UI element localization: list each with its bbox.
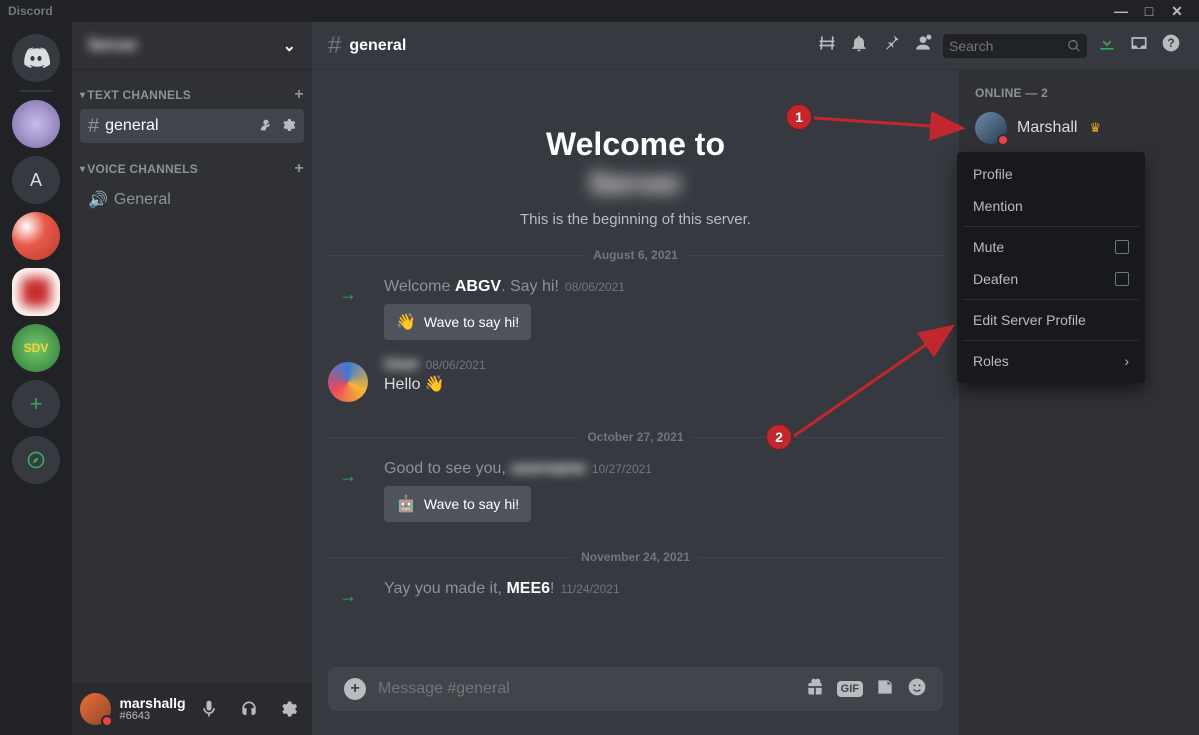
menu-deafen[interactable]: Deafen: [963, 263, 1139, 295]
date-divider: August 6, 2021: [328, 248, 943, 262]
avatar[interactable]: [80, 693, 111, 725]
annotation-badge-2: 2: [766, 424, 792, 450]
settings-button[interactable]: [273, 693, 304, 725]
invite-icon[interactable]: [258, 117, 274, 136]
join-arrow-icon: →: [339, 586, 357, 607]
threads-icon[interactable]: [815, 33, 839, 58]
mute-button[interactable]: [194, 693, 225, 725]
chevron-right-icon: ›: [1124, 353, 1129, 369]
robot-emoji-icon: 🤖: [396, 494, 416, 514]
annotation-badge-1: 1: [786, 104, 812, 130]
join-arrow-icon: →: [339, 284, 357, 340]
gear-icon[interactable]: [280, 117, 296, 136]
gif-button[interactable]: GIF: [837, 681, 863, 697]
window-minimize[interactable]: —: [1107, 3, 1135, 19]
add-server-button[interactable]: +: [12, 380, 60, 428]
system-message: → Good to see you, username10/27/2021 🤖W…: [328, 452, 943, 530]
join-arrow-icon: →: [339, 466, 357, 522]
chevron-down-icon: ⌄: [283, 36, 296, 56]
titlebar: Discord — □ ✕: [0, 0, 1199, 22]
search-input[interactable]: [943, 34, 1087, 58]
server-dropdown[interactable]: Server ⌄: [72, 22, 312, 70]
username: marshallg: [119, 696, 185, 710]
checkbox-icon: [1115, 272, 1129, 286]
chevron-down-icon: ▾: [80, 90, 85, 101]
channel-header: # general ?: [312, 22, 1199, 70]
welcome-block: Welcome to Server This is the beginning …: [328, 126, 943, 228]
speaker-icon: 🔊: [88, 190, 108, 210]
system-message: → Welcome ABGV. Say hi!08/06/2021 👋Wave …: [328, 270, 943, 348]
home-button[interactable]: [12, 34, 60, 82]
members-header: Online — 2: [967, 86, 1191, 100]
svg-text:?: ?: [1167, 37, 1174, 50]
add-channel-button[interactable]: +: [294, 160, 304, 178]
wave-emoji-icon: 👋: [425, 376, 445, 393]
member-marshall[interactable]: Marshall ♛: [967, 106, 1191, 150]
server-item[interactable]: [12, 100, 60, 148]
server-item[interactable]: [12, 212, 60, 260]
server-item[interactable]: SDV: [12, 324, 60, 372]
avatar: [975, 112, 1007, 144]
wave-button[interactable]: 🤖Wave to say hi!: [384, 486, 531, 522]
welcome-title: Welcome to: [328, 126, 943, 163]
server-item-active[interactable]: [12, 268, 60, 316]
welcome-subtitle: This is the beginning of this server.: [328, 211, 943, 228]
chevron-down-icon: ▾: [80, 164, 85, 175]
notifications-icon[interactable]: [847, 33, 871, 58]
crown-icon: ♛: [1089, 120, 1101, 136]
channel-title: general: [349, 37, 406, 55]
channel-sidebar: Server ⌄ ▾ TEXT CHANNELS + # general ▾ V…: [72, 22, 312, 735]
checkbox-icon: [1115, 240, 1129, 254]
user-tag: #6643: [119, 710, 185, 722]
status-dnd-icon: [101, 715, 113, 727]
message-composer[interactable]: + GIF: [328, 667, 943, 711]
window-close[interactable]: ✕: [1163, 3, 1191, 20]
menu-profile[interactable]: Profile: [963, 158, 1139, 190]
status-dnd-icon: [997, 134, 1009, 146]
hash-icon: #: [328, 32, 341, 60]
server-item[interactable]: A: [12, 156, 60, 204]
avatar[interactable]: [328, 362, 368, 402]
add-channel-button[interactable]: +: [294, 86, 304, 104]
server-rail: A SDV +: [0, 22, 72, 735]
date-divider: November 24, 2021: [328, 550, 943, 564]
app-name: Discord: [8, 4, 53, 18]
voice-channel-general[interactable]: 🔊 General: [80, 183, 304, 217]
members-toggle[interactable]: [911, 33, 935, 58]
chat-area: Welcome to Server This is the beginning …: [312, 70, 959, 735]
menu-roles[interactable]: Roles›: [963, 345, 1139, 377]
user-message: User08/06/2021 Hello 👋: [328, 348, 943, 410]
hash-icon: #: [88, 115, 99, 138]
menu-mute[interactable]: Mute: [963, 231, 1139, 263]
category-text[interactable]: ▾ TEXT CHANNELS +: [72, 70, 312, 108]
attach-button[interactable]: +: [344, 678, 366, 700]
deafen-button[interactable]: [233, 693, 264, 725]
pinned-icon[interactable]: [879, 33, 903, 58]
sticker-icon[interactable]: [875, 677, 895, 702]
help-icon[interactable]: ?: [1159, 33, 1183, 58]
explore-button[interactable]: [12, 436, 60, 484]
user-panel: marshallg #6643: [72, 683, 312, 735]
menu-edit-server-profile[interactable]: Edit Server Profile: [963, 304, 1139, 336]
wave-button[interactable]: 👋Wave to say hi!: [384, 304, 531, 340]
inbox-icon[interactable]: [1127, 33, 1151, 58]
window-maximize[interactable]: □: [1135, 3, 1163, 19]
emoji-icon[interactable]: [907, 677, 927, 702]
download-icon[interactable]: [1095, 33, 1119, 58]
date-divider: October 27, 2021: [328, 430, 943, 444]
gift-icon[interactable]: [805, 677, 825, 702]
menu-mention[interactable]: Mention: [963, 190, 1139, 222]
system-message: → Yay you made it, MEE6!11/24/2021: [328, 572, 943, 615]
category-voice[interactable]: ▾ VOICE CHANNELS +: [72, 144, 312, 182]
channel-general[interactable]: # general: [80, 109, 304, 143]
user-context-menu: Profile Mention Mute Deafen Edit Server …: [957, 152, 1145, 383]
wave-emoji-icon: 👋: [396, 312, 416, 332]
message-input[interactable]: [378, 680, 793, 698]
